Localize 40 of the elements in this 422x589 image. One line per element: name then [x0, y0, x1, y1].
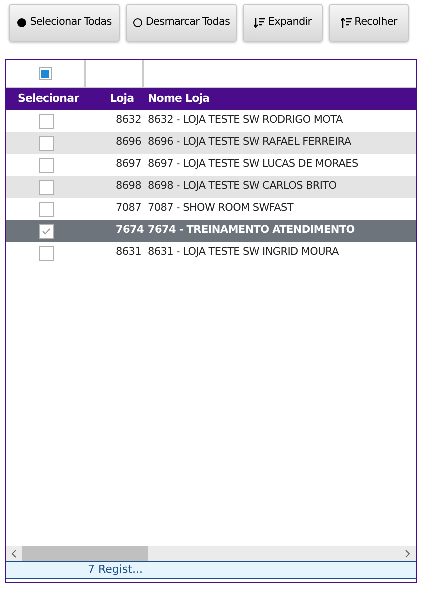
sort-down-icon — [254, 18, 266, 28]
empty-circle-icon — [132, 18, 143, 28]
row-checkbox[interactable] — [38, 246, 54, 260]
toolbar-button[interactable]: Expandir — [243, 4, 323, 42]
column-header[interactable]: Selecionar — [18, 92, 80, 105]
row-checkbox[interactable] — [38, 180, 54, 194]
column-header[interactable]: Nome Loja — [148, 92, 210, 105]
select-all-checkbox[interactable] — [38, 67, 52, 80]
check-icon — [42, 228, 50, 234]
toolbar-button[interactable]: Recolher — [329, 4, 409, 42]
record-count: 7 Regist... — [88, 562, 143, 578]
table-row[interactable]: 7674 7674 - TREINAMENTO ATENDIMENTO — [6, 220, 416, 242]
horizontal-scrollbar[interactable] — [6, 546, 416, 561]
row-checkbox[interactable] — [38, 224, 54, 238]
scrollbar-thumb[interactable] — [22, 546, 148, 561]
table-cell-text: 8631 - LOJA TESTE SW INGRID MOURA — [148, 245, 339, 260]
table-row[interactable]: 8696 8696 - LOJA TESTE SW RAFAEL FERREIRA — [6, 132, 416, 154]
table-cell-text: 8632 - LOJA TESTE SW RODRIGO MOTA — [148, 113, 343, 128]
table-cell-text: 8698 - LOJA TESTE SW CARLOS BRITO — [148, 179, 337, 194]
table-cell-text: 8696 — [116, 135, 143, 150]
row-checkbox[interactable] — [38, 136, 54, 150]
table-cell-text: 7087 - SHOW ROOM SWFAST — [148, 201, 294, 216]
row-checkbox[interactable] — [38, 158, 54, 172]
filled-circle-icon — [17, 18, 28, 28]
table-cell-text: 8698 — [116, 179, 143, 194]
table-row[interactable]: 8698 8698 - LOJA TESTE SW CARLOS BRITO — [6, 176, 416, 198]
table-cell-text: 8696 - LOJA TESTE SW RAFAEL FERREIRA — [148, 135, 352, 150]
table-cell-text: 8631 — [116, 245, 143, 260]
toolbar-button[interactable]: Selecionar Todas — [9, 4, 120, 42]
table-cell-text: 8632 — [116, 113, 143, 128]
table-cell-text: 8697 — [116, 157, 143, 172]
table-cell-text: 8697 - LOJA TESTE SW LUCAS DE MORAES — [148, 157, 358, 172]
sort-up-icon — [340, 18, 352, 28]
table-cell-text: 7674 — [116, 223, 146, 238]
toolbar-button[interactable]: Desmarcar Todas — [126, 4, 237, 42]
column-header[interactable]: Loja — [110, 92, 134, 105]
table-cell-text: 7674 - TREINAMENTO ATENDIMENTO — [148, 223, 355, 238]
row-checkbox[interactable] — [38, 202, 54, 216]
table-cell-text: 7087 — [116, 201, 143, 216]
row-checkbox[interactable] — [38, 114, 54, 128]
